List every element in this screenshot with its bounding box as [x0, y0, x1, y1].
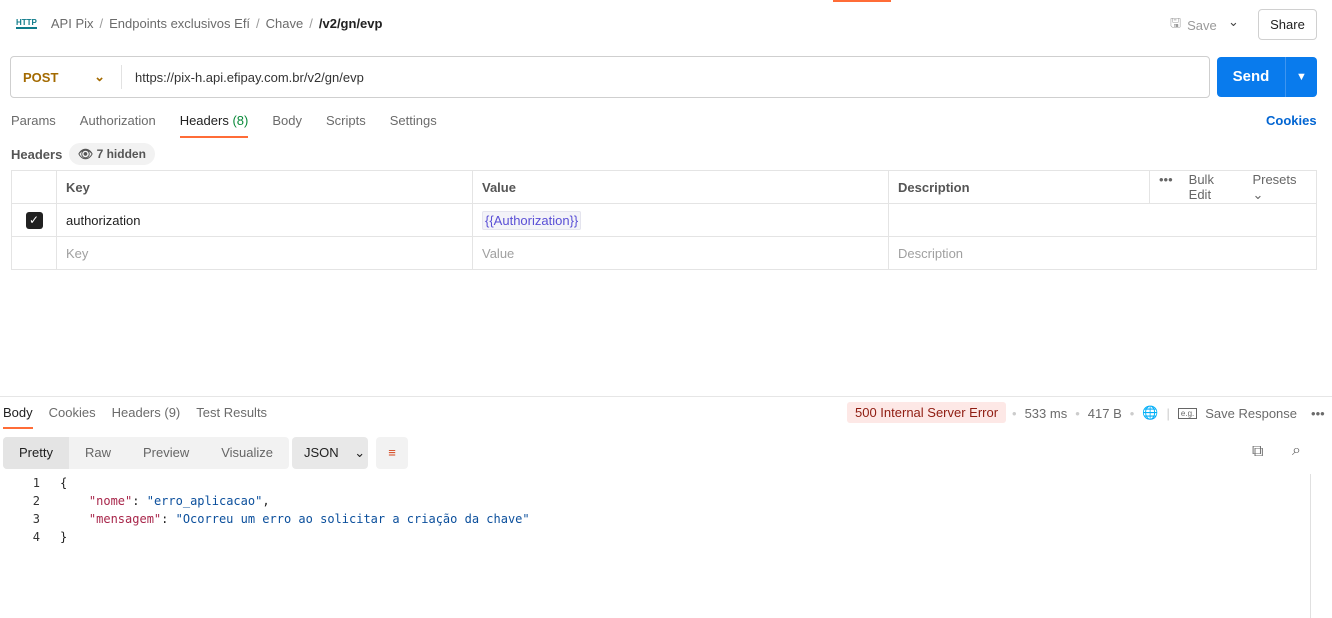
scrollbar[interactable] [1310, 474, 1311, 618]
search-icon[interactable]: ⌕ [1292, 442, 1301, 460]
tab-authorization[interactable]: Authorization [80, 113, 156, 138]
response-size[interactable]: 417 B [1088, 406, 1122, 421]
table-row-empty: Key Value Description [11, 236, 1317, 270]
view-mode-selector: Pretty Raw Preview Visualize [3, 437, 290, 469]
response-meta: • 533 ms • 417 B • 🌐 | e.g. Save Response ••… [1012, 405, 1325, 421]
active-indicator [833, 0, 891, 2]
copy-icon[interactable]: ⧉ [1252, 443, 1263, 461]
header-description[interactable] [888, 203, 1317, 237]
tab-headers[interactable]: Headers (8) [179, 113, 249, 138]
view-visualize[interactable]: Visualize [205, 437, 289, 469]
tab-response-headers[interactable]: Headers (9) [112, 405, 181, 429]
value-input[interactable]: Value [472, 236, 889, 270]
table-header: Key Value Description ••• Bulk Edit Preset… [11, 170, 1317, 204]
url-input[interactable]: https://pix-h.api.efipay.com.br/v2/gn/ev… [122, 70, 364, 85]
send-button[interactable]: Send ▼ [1217, 57, 1317, 97]
status-badge[interactable]: 500 Internal Server Error [847, 402, 1007, 423]
tab-scripts[interactable]: Scripts [326, 113, 366, 138]
tab-body[interactable]: Body [272, 113, 302, 138]
view-pretty[interactable]: Pretty [3, 437, 69, 469]
checkbox-checked-icon[interactable]: ✓ [25, 211, 43, 229]
tab-response-body[interactable]: Body [3, 405, 33, 429]
breadcrumb: HTTP API Pix / Endpoints exclusivos Efí / … [16, 16, 383, 31]
eye-icon: 👁 [78, 147, 94, 161]
chevron-down-icon: ⌄ [94, 69, 105, 84]
tab-response-cookies[interactable]: Cookies [49, 405, 96, 429]
presets-dropdown[interactable]: Presets ⌄ [1252, 172, 1307, 203]
headers-label: Headers [11, 147, 63, 162]
pane-divider[interactable] [0, 396, 1332, 397]
more-icon[interactable]: ••• [1311, 406, 1325, 421]
save-response-button[interactable]: Save Response [1205, 406, 1297, 421]
method-select[interactable]: POST ⌄ [11, 65, 122, 89]
hidden-headers-toggle[interactable]: 👁 7 hidden [69, 143, 155, 165]
tab-settings[interactable]: Settings [390, 113, 437, 138]
breadcrumb-item[interactable]: Chave [266, 16, 304, 31]
view-raw[interactable]: Raw [69, 437, 127, 469]
more-icon[interactable]: ••• [1159, 172, 1173, 203]
tab-test-results[interactable]: Test Results [196, 405, 267, 429]
headers-table: Key Value Description ••• Bulk Edit Preset… [11, 170, 1317, 270]
wrap-lines-icon[interactable]: ≡ [376, 437, 408, 469]
save-options-chevron-icon[interactable]: ⌄ [1228, 14, 1239, 30]
description-input[interactable]: Description [888, 236, 1317, 270]
table-row: ✓ authorization {{Authorization}} [11, 203, 1317, 237]
url-bar: POST ⌄ https://pix-h.api.efipay.com.br/v2… [10, 56, 1210, 98]
chevron-down-icon[interactable]: ▼ [1285, 57, 1317, 97]
view-preview[interactable]: Preview [127, 437, 205, 469]
format-dropdown[interactable]: JSON ⌄ [292, 437, 368, 469]
http-icon: HTTP [16, 18, 37, 29]
breadcrumb-item[interactable]: API Pix [51, 16, 94, 31]
request-tabs: Params Authorization Headers (8) Body Sc… [11, 113, 437, 138]
breadcrumb-current[interactable]: /v2/gn/evp [319, 16, 383, 31]
chevron-down-icon: ⌄ [354, 445, 366, 460]
breadcrumb-item[interactable]: Endpoints exclusivos Efí [109, 16, 250, 31]
bulk-edit-button[interactable]: Bulk Edit [1189, 172, 1237, 203]
response-tabs: Body Cookies Headers (9) Test Results [3, 405, 267, 429]
tab-params[interactable]: Params [11, 113, 56, 138]
header-value[interactable]: {{Authorization}} [472, 203, 889, 237]
header-key[interactable]: authorization [56, 203, 473, 237]
save-icon: 🖫 [1170, 15, 1182, 30]
globe-lock-icon[interactable]: 🌐 [1142, 405, 1158, 421]
share-button[interactable]: Share [1258, 9, 1317, 40]
cookies-link[interactable]: Cookies [1266, 113, 1317, 128]
save-button[interactable]: 🖫 Save [1170, 14, 1217, 36]
response-time[interactable]: 533 ms [1025, 406, 1068, 421]
key-input[interactable]: Key [56, 236, 473, 270]
example-icon: e.g. [1177, 407, 1198, 419]
